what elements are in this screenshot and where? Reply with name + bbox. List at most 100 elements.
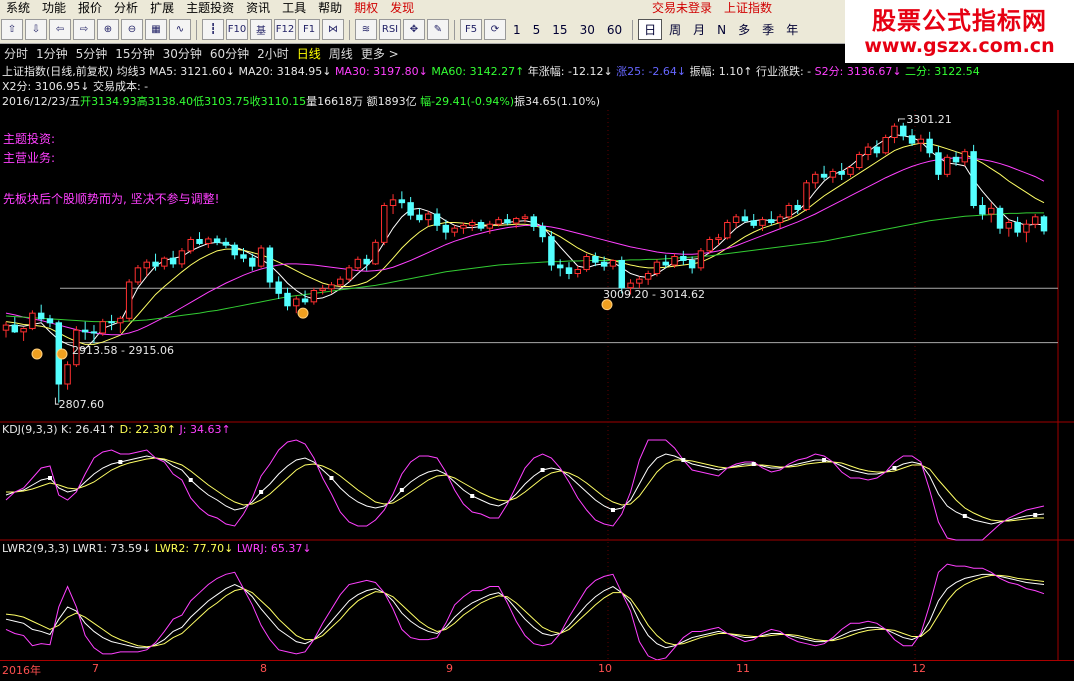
- candle-body: [618, 259, 625, 289]
- candle-body: [900, 125, 907, 137]
- kdj-d: D: 22.30↑: [119, 423, 177, 436]
- candle-body: [407, 202, 414, 216]
- date-axis: 2016年 7 8 9 10 11 12: [0, 660, 1074, 677]
- candle-body: [460, 224, 467, 229]
- kdj-marker: [399, 488, 404, 492]
- candle-body: [583, 256, 590, 271]
- candle-body: [117, 317, 124, 324]
- candle-body: [152, 261, 159, 267]
- candle-body: [433, 213, 441, 226]
- candle-body: [653, 261, 661, 274]
- candle-body: [231, 244, 238, 256]
- candle-body: [539, 225, 546, 238]
- ma10-line: [5, 142, 1045, 345]
- candle-body: [319, 288, 326, 291]
- candle-body: [328, 284, 335, 290]
- candle-body: [293, 298, 300, 307]
- kdj-j-line: [5, 439, 1045, 541]
- candle-body: [372, 241, 379, 265]
- kdj-marker: [892, 466, 897, 470]
- low-annotation: └2807.60: [52, 397, 104, 411]
- candle-body: [477, 222, 485, 229]
- kdj-k: K: 26.41↑: [61, 423, 117, 436]
- candle-body: [29, 312, 36, 329]
- candle-body: [803, 182, 810, 210]
- candle-body: [768, 219, 775, 224]
- lwr-name[interactable]: LWR2(9,3,3): [2, 542, 69, 555]
- candle-body: [636, 278, 643, 284]
- kdj-marker: [962, 514, 967, 518]
- candle-body: [574, 269, 582, 274]
- candle-body: [697, 250, 705, 269]
- candle-body: [838, 171, 845, 175]
- candle-body: [187, 239, 194, 252]
- candle-body: [627, 282, 634, 289]
- kdj-label-line: KDJ(9,3,3) K: 26.41↑ D: 22.30↑ J: 34.63↑: [2, 423, 231, 436]
- kdj-marker: [118, 460, 123, 464]
- candle-body: [565, 267, 573, 275]
- candle-body: [609, 259, 617, 267]
- candle-body: [556, 264, 564, 269]
- candle-body: [134, 267, 142, 283]
- candle-body: [381, 205, 388, 243]
- ma5-line: [5, 134, 1045, 350]
- candle-body: [1023, 223, 1030, 233]
- candle-body: [908, 135, 916, 144]
- candle-body: [732, 216, 740, 223]
- candle-body: [257, 247, 265, 267]
- kdj-marker: [540, 468, 545, 472]
- candle-body: [275, 281, 282, 294]
- candle-body: [1014, 222, 1021, 233]
- price-chart[interactable]: ⌐3301.21 3009.20 - 3014.62 2913.58 - 2915.…: [0, 0, 1074, 681]
- candle-body: [1040, 216, 1048, 232]
- candle-body: [222, 241, 230, 246]
- ma60-line: [5, 212, 1044, 323]
- candle-body: [196, 239, 203, 244]
- kdj-marker: [47, 476, 52, 480]
- candle-body: [987, 207, 995, 215]
- candle-body: [205, 238, 212, 244]
- candle-body: [688, 259, 696, 269]
- candle-body: [354, 258, 362, 269]
- kdj-marker: [681, 458, 686, 462]
- candle-body: [20, 327, 27, 333]
- candle-body: [363, 258, 370, 265]
- kdj-name[interactable]: KDJ(9,3,3): [2, 423, 58, 436]
- date-label-5: 11: [736, 662, 750, 675]
- candle-body: [680, 256, 687, 261]
- buy-signal-dot: [56, 348, 68, 360]
- candle-body: [952, 156, 960, 163]
- candle-body: [2, 324, 10, 331]
- lwrj: LWRJ: 65.37↓: [236, 542, 312, 555]
- candle-body: [521, 216, 529, 220]
- ma20-line: [5, 157, 1045, 336]
- candle-body: [548, 236, 555, 266]
- candle-body: [398, 199, 406, 204]
- candle-body: [345, 267, 353, 280]
- candle-body: [81, 329, 89, 333]
- kdj-j: J: 34.63↑: [179, 423, 231, 436]
- lwr1: LWR1: 73.59↓: [72, 542, 152, 555]
- candle-body: [451, 227, 458, 233]
- candle-body: [125, 281, 133, 319]
- kdj-marker: [470, 494, 475, 498]
- date-label-4: 10: [598, 662, 612, 675]
- candle-body: [706, 239, 713, 252]
- candle-body: [812, 173, 819, 184]
- candle-body: [178, 250, 186, 265]
- candle-body: [882, 137, 889, 154]
- candle-body: [724, 222, 731, 239]
- candle-body: [442, 224, 450, 233]
- mid-range-annotation: 3009.20 - 3014.62: [603, 288, 705, 301]
- kdj-marker: [329, 476, 334, 480]
- candle-body: [750, 220, 757, 226]
- candle-body: [249, 257, 256, 267]
- candle-body: [592, 256, 599, 263]
- date-label-2: 8: [260, 662, 267, 675]
- candle-body: [979, 205, 986, 215]
- kdj-marker: [1033, 513, 1038, 517]
- buy-signal-dot: [601, 299, 613, 311]
- candle-body: [715, 237, 722, 241]
- kdj-marker: [610, 508, 615, 512]
- candle-body: [829, 171, 837, 178]
